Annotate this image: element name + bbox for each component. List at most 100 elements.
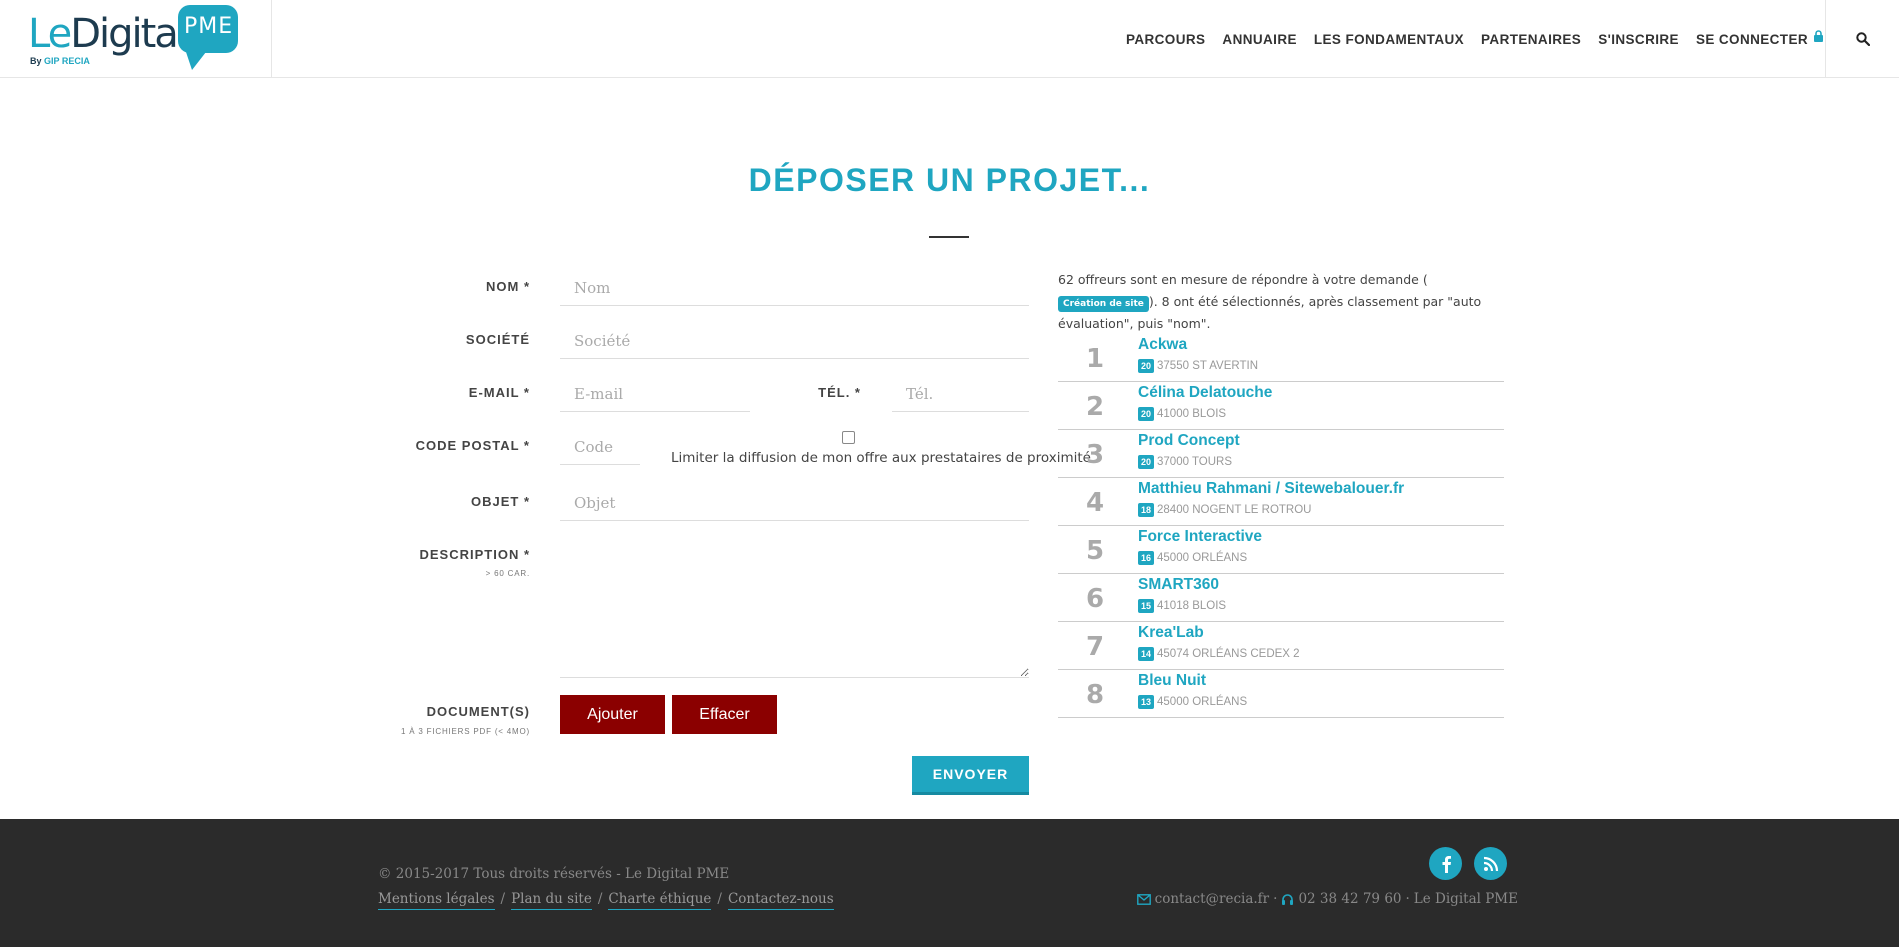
rss-button[interactable] [1474,847,1507,880]
nav-connecter-label: SE CONNECTER [1695,31,1808,47]
description-label: DESCRIPTION * [419,547,530,562]
provider-location: 37000 TOURS [1157,456,1233,468]
nav-item-fondamentaux[interactable]: LES FONDAMENTAUX [1314,32,1464,47]
provider-location: 45074 ORLÉANS CEDEX 2 [1157,648,1300,660]
nav-item-connecter[interactable]: SE CONNECTER [1695,30,1824,47]
rss-icon [1483,856,1498,871]
footer-separator: / [500,891,506,907]
tel-input[interactable] [892,376,1029,412]
provider-list: 1 Ackwa 20 37550 ST AVERTIN 2 Célina Dela… [1058,334,1504,718]
provider-score-badge: 14 [1138,647,1155,661]
nom-label: NOM * [486,279,530,294]
footer-dot: · [1273,891,1278,907]
footer-links: Mentions légales / Plan du site / Charte… [378,891,834,910]
search-icon [1855,32,1870,46]
page-title: DÉPOSER UN PROJET... [748,162,1151,198]
limit-checkbox-label: Limiter la diffusion de mon offre aux pr… [671,450,1091,466]
code-postal-input[interactable] [560,429,640,465]
nav-item-annuaire[interactable]: ANNUAIRE [1222,32,1296,47]
provider-rank: 4 [1085,488,1105,518]
provider-score-badge: 20 [1138,359,1155,373]
email-label: E-MAIL * [468,385,530,400]
description-textarea[interactable] [560,540,1029,678]
provider-row: 7 Krea'Lab 14 45074 ORLÉANS CEDEX 2 [1058,622,1504,670]
provider-name-link[interactable]: Force Interactive [1138,528,1262,546]
documents-hint: 1 À 3 FICHIERS PDF (< 4MO) [400,727,530,736]
nav-item-inscrire[interactable]: S'INSCRIRE [1598,32,1679,47]
provider-name-link[interactable]: SMART360 [1138,576,1219,594]
description-hint: > 60 CAR. [485,569,530,578]
provider-name-link[interactable]: Célina Delatouche [1138,384,1272,402]
societe-input[interactable] [560,323,1029,359]
provider-location: 41018 BLOIS [1157,600,1227,612]
provider-row: 2 Célina Delatouche 20 41000 BLOIS [1058,382,1504,430]
title-divider [929,236,969,238]
facebook-icon [1442,855,1451,873]
footer-link-charte[interactable]: Charte éthique [608,891,712,910]
footer-link-mentions[interactable]: Mentions légales [378,891,495,910]
logo-by-text: By [30,56,42,66]
facebook-button[interactable] [1429,847,1462,880]
footer-link-plan[interactable]: Plan du site [511,891,592,910]
provider-name-link[interactable]: Prod Concept [1138,432,1240,450]
provider-rank: 2 [1085,392,1105,422]
code-postal-label: CODE POSTAL * [415,438,530,453]
limit-checkbox[interactable] [842,431,855,444]
provider-rank: 3 [1085,440,1105,470]
provider-location: 45000 ORLÉANS [1157,696,1248,708]
objet-input[interactable] [560,485,1029,521]
provider-name-link[interactable]: Ackwa [1138,336,1187,354]
tel-label: TÉL. * [818,385,861,400]
footer-separator: / [717,891,722,907]
provider-score-badge: 16 [1138,551,1155,565]
provider-location: 28400 NOGENT LE ROTROU [1157,504,1312,516]
provider-location: 45000 ORLÉANS [1157,552,1248,564]
footer-link-contact[interactable]: Contactez-nous [727,891,834,910]
provider-score-badge: 20 [1138,407,1155,421]
submit-button[interactable]: ENVOYER [912,756,1029,795]
add-document-button[interactable]: Ajouter [560,695,665,734]
site-logo[interactable]: LeDigital PME By GIP RECIA [0,0,272,78]
provider-row: 1 Ackwa 20 37550 ST AVERTIN [1058,334,1504,382]
provider-row: 3 Prod Concept 20 37000 TOURS [1058,430,1504,478]
provider-rank: 5 [1085,536,1105,566]
headset-icon [1282,893,1294,905]
nav-item-parcours[interactable]: PARCOURS [1126,32,1205,47]
provider-row: 6 SMART360 15 41018 BLOIS [1058,574,1504,622]
provider-name-link[interactable]: Bleu Nuit [1138,672,1206,690]
envelope-icon [1136,893,1151,905]
site-footer: © 2015-2017 Tous droits réservés - Le Di… [0,819,1899,947]
provider-score-badge: 13 [1138,695,1155,709]
footer-contact: contact@recia.fr · 02 38 42 79 60 · Le D… [1136,891,1518,907]
provider-location: 37550 ST AVERTIN [1157,360,1259,372]
provider-rank: 1 [1085,344,1105,374]
footer-email-link[interactable]: contact@recia.fr [1155,891,1269,907]
clear-documents-button[interactable]: Effacer [672,695,777,734]
logo-le-text: Le [28,11,72,57]
provider-rank: 6 [1085,584,1105,614]
search-button[interactable] [1825,0,1899,78]
footer-copyright: © 2015-2017 Tous droits réservés - Le Di… [378,866,730,882]
footer-phone: 02 38 42 79 60 [1298,891,1402,907]
nom-input[interactable] [560,270,1029,306]
provider-name-link[interactable]: Krea'Lab [1138,624,1204,642]
provider-row: 4 Matthieu Rahmani / Sitewebalouer.fr 18… [1058,478,1504,526]
footer-dot: · [1405,891,1410,907]
provider-rank: 8 [1085,680,1105,710]
societe-label: SOCIÉTÉ [465,332,530,347]
nav-item-partenaires[interactable]: PARTENAIRES [1481,32,1581,47]
lock-icon [1814,30,1823,42]
category-tag: Création de site [1058,296,1149,312]
results-intro: 62 offreurs sont en mesure de répondre à… [1058,269,1508,335]
footer-separator: / [597,891,603,907]
provider-location: 41000 BLOIS [1157,408,1227,420]
provider-rank: 7 [1085,632,1105,662]
footer-brand: Le Digital PME [1413,891,1518,907]
main-nav: PARCOURS ANNUAIRE LES FONDAMENTAUX PARTE… [1126,30,1824,48]
provider-row: 8 Bleu Nuit 13 45000 ORLÉANS [1058,670,1504,718]
site-header: LeDigital PME By GIP RECIA PARCOURS ANNU… [0,0,1899,78]
provider-score-badge: 20 [1138,455,1155,469]
provider-row: 5 Force Interactive 16 45000 ORLÉANS [1058,526,1504,574]
provider-name-link[interactable]: Matthieu Rahmani / Sitewebalouer.fr [1138,480,1404,498]
provider-score-badge: 15 [1138,599,1155,613]
